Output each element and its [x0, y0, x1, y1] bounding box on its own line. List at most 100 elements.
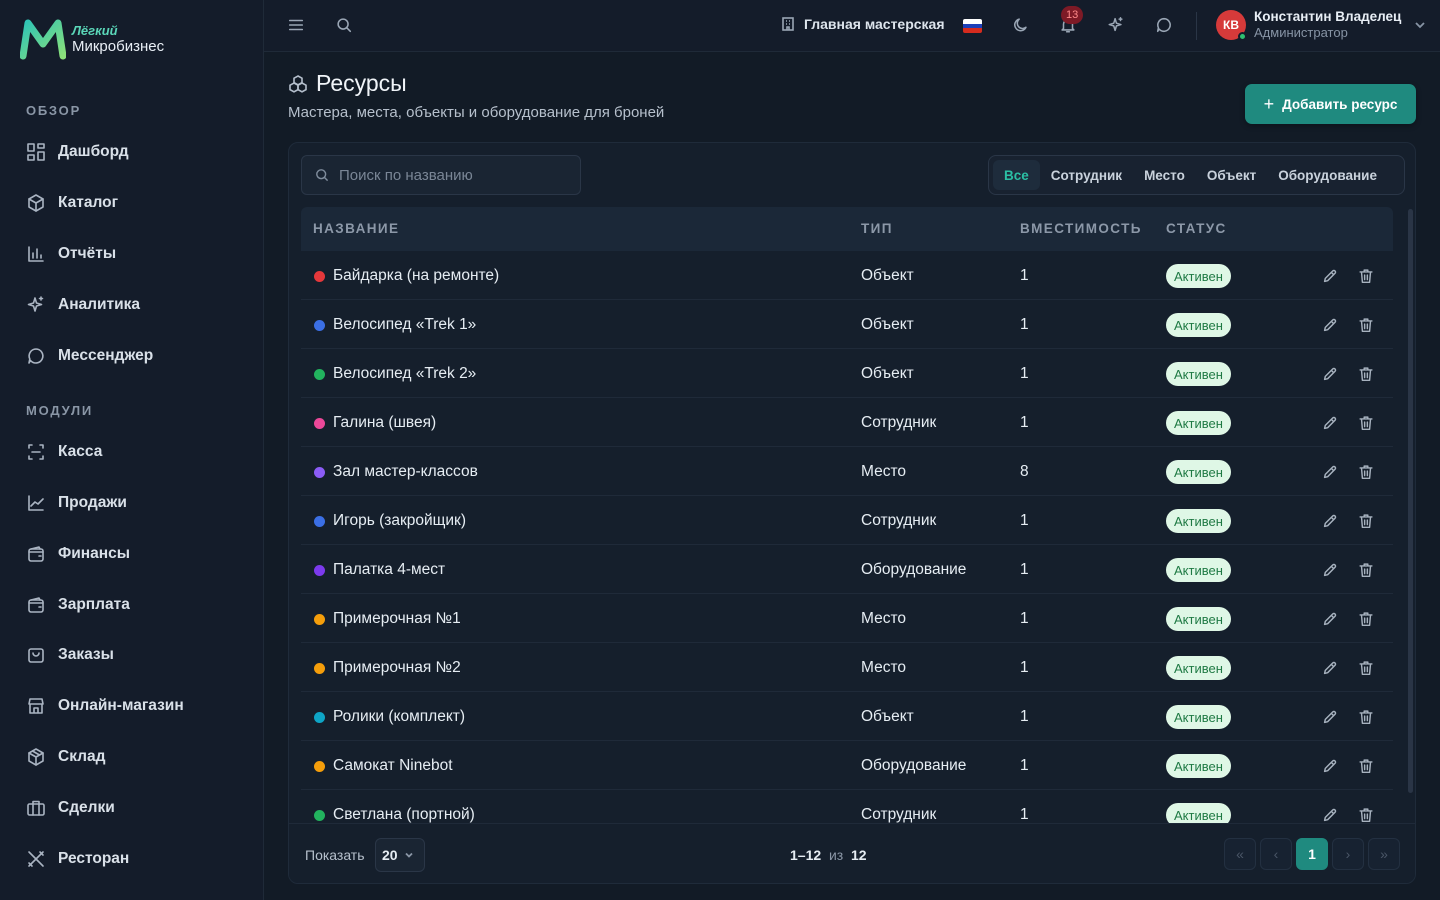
- edit-icon[interactable]: [1321, 463, 1339, 481]
- filter-tab-place[interactable]: Место: [1133, 160, 1196, 190]
- next-page-button[interactable]: ›: [1332, 838, 1364, 870]
- trash-icon[interactable]: [1357, 365, 1375, 383]
- table-row[interactable]: Зал мастер-классов Место 8 Активен: [301, 447, 1393, 496]
- resource-type: Сотрудник: [861, 414, 937, 431]
- filter-tab-employee[interactable]: Сотрудник: [1040, 160, 1133, 190]
- resources-card: Все Сотрудник Место Объект Оборудование …: [288, 142, 1416, 884]
- sidebar-item-analytics[interactable]: Аналитика: [26, 291, 140, 319]
- trash-icon[interactable]: [1357, 561, 1375, 579]
- messages-button[interactable]: [1153, 14, 1175, 36]
- trash-icon[interactable]: [1357, 659, 1375, 677]
- table-body: Байдарка (на ремонте) Объект 1 Активен Велос…: [301, 251, 1393, 823]
- pagination-range: 1–12 из 12: [790, 847, 867, 863]
- last-page-button[interactable]: »: [1368, 838, 1400, 870]
- table-row[interactable]: Байдарка (на ремонте) Объект 1 Активен: [301, 251, 1393, 300]
- column-header-name[interactable]: НАЗВАНИЕ: [313, 221, 399, 236]
- resource-name: Самокат Ninebot: [333, 757, 453, 774]
- edit-icon[interactable]: [1321, 708, 1339, 726]
- column-header-capacity[interactable]: ВМЕСТИМОСТЬ: [1020, 221, 1142, 236]
- trash-icon[interactable]: [1357, 414, 1375, 432]
- trash-icon[interactable]: [1357, 512, 1375, 530]
- table-row[interactable]: Игорь (закройщик) Сотрудник 1 Активен: [301, 496, 1393, 545]
- edit-icon[interactable]: [1321, 757, 1339, 775]
- sidebar-item-orders[interactable]: Заказы: [26, 641, 114, 669]
- theme-toggle-button[interactable]: [1010, 14, 1032, 36]
- resource-capacity: 1: [1020, 267, 1029, 284]
- page-size-select[interactable]: 20: [375, 838, 425, 872]
- sidebar-item-label: Заказы: [58, 646, 114, 663]
- status-badge: Активен: [1166, 656, 1231, 680]
- resource-name: Зал мастер-классов: [333, 463, 478, 480]
- edit-icon[interactable]: [1321, 267, 1339, 285]
- edit-icon[interactable]: [1321, 806, 1339, 823]
- table-scrollbar[interactable]: [1408, 209, 1413, 793]
- sidebar-item-dashboard[interactable]: Дашборд: [26, 138, 129, 166]
- sidebar-item-reports[interactable]: Отчёты: [26, 240, 116, 268]
- sidebar-item-cashbox[interactable]: Касса: [26, 438, 102, 466]
- menu-toggle-button[interactable]: [285, 14, 307, 36]
- trash-icon[interactable]: [1357, 267, 1375, 285]
- table-row[interactable]: Галина (швея) Сотрудник 1 Активен: [301, 398, 1393, 447]
- status-badge: Активен: [1166, 754, 1231, 778]
- resource-capacity: 1: [1020, 610, 1029, 627]
- table-row[interactable]: Самокат Ninebot Оборудование 1 Активен: [301, 741, 1393, 790]
- sidebar-item-online-store[interactable]: Онлайн-магазин: [26, 692, 184, 720]
- sidebar-item-restaurant[interactable]: Ресторан: [26, 845, 129, 873]
- edit-icon[interactable]: [1321, 610, 1339, 628]
- resource-name: Байдарка (на ремонте): [333, 267, 500, 284]
- brand-name: Микробизнес: [72, 38, 165, 55]
- building-icon: [782, 17, 794, 31]
- table-row[interactable]: Примерочная №2 Место 1 Активен: [301, 643, 1393, 692]
- workshop-selector[interactable]: Главная мастерская: [780, 16, 945, 32]
- sidebar-item-deals[interactable]: Сделки: [26, 794, 115, 822]
- edit-icon[interactable]: [1321, 316, 1339, 334]
- filter-tab-all[interactable]: Все: [993, 160, 1040, 190]
- edit-icon[interactable]: [1321, 561, 1339, 579]
- sidebar-item-label: Продажи: [58, 494, 127, 511]
- edit-icon[interactable]: [1321, 659, 1339, 677]
- trash-icon[interactable]: [1357, 757, 1375, 775]
- notifications-badge: 13: [1061, 6, 1084, 24]
- sidebar-item-catalog[interactable]: Каталог: [26, 189, 118, 217]
- first-page-button[interactable]: «: [1224, 838, 1256, 870]
- sidebar-item-sales[interactable]: Продажи: [26, 489, 127, 517]
- scan-icon: [28, 444, 44, 460]
- status-badge: Активен: [1166, 362, 1231, 386]
- table-row[interactable]: Примерочная №1 Место 1 Активен: [301, 594, 1393, 643]
- color-dot: [314, 712, 325, 723]
- avatar: КВ: [1216, 9, 1247, 41]
- trash-icon[interactable]: [1357, 316, 1375, 334]
- page-button-current[interactable]: 1: [1296, 838, 1328, 870]
- search-input[interactable]: [339, 166, 569, 184]
- add-resource-button[interactable]: + Добавить ресурс: [1245, 84, 1416, 124]
- trash-icon[interactable]: [1357, 806, 1375, 823]
- user-menu[interactable]: КВ Константин Владелец Администратор: [1216, 9, 1427, 41]
- table-row[interactable]: Палатка 4-мест Оборудование 1 Активен: [301, 545, 1393, 594]
- search-button[interactable]: [333, 14, 355, 36]
- prev-page-button[interactable]: ‹: [1260, 838, 1292, 870]
- edit-icon[interactable]: [1321, 365, 1339, 383]
- table-row[interactable]: Велосипед «Trek 1» Объект 1 Активен: [301, 300, 1393, 349]
- table-row[interactable]: Велосипед «Trek 2» Объект 1 Активен: [301, 349, 1393, 398]
- table-row[interactable]: Ролики (комплект) Объект 1 Активен: [301, 692, 1393, 741]
- sidebar-item-messenger[interactable]: Мессенджер: [26, 342, 153, 370]
- table-row[interactable]: Светлана (портной) Сотрудник 1 Активен: [301, 790, 1393, 823]
- user-name: Константин Владелец: [1254, 9, 1402, 24]
- column-header-type[interactable]: ТИП: [861, 221, 893, 236]
- filter-tab-object[interactable]: Объект: [1196, 160, 1267, 190]
- trash-icon[interactable]: [1357, 610, 1375, 628]
- trash-icon[interactable]: [1357, 463, 1375, 481]
- column-header-status[interactable]: СТАТУС: [1166, 221, 1227, 236]
- trash-icon[interactable]: [1357, 708, 1375, 726]
- brand-logo[interactable]: Лёгкий Микробизнес: [20, 18, 164, 60]
- edit-icon[interactable]: [1321, 512, 1339, 530]
- add-resource-label: Добавить ресурс: [1282, 96, 1398, 112]
- color-dot: [314, 663, 325, 674]
- sidebar-item-warehouse[interactable]: Склад: [26, 743, 105, 771]
- ai-assistant-button[interactable]: [1105, 14, 1127, 36]
- sidebar-item-salary[interactable]: Зарплата: [26, 591, 130, 619]
- filter-tab-equipment[interactable]: Оборудование: [1267, 160, 1388, 190]
- language-flag-button[interactable]: [963, 19, 982, 33]
- edit-icon[interactable]: [1321, 414, 1339, 432]
- sidebar-item-finance[interactable]: Финансы: [26, 540, 130, 568]
